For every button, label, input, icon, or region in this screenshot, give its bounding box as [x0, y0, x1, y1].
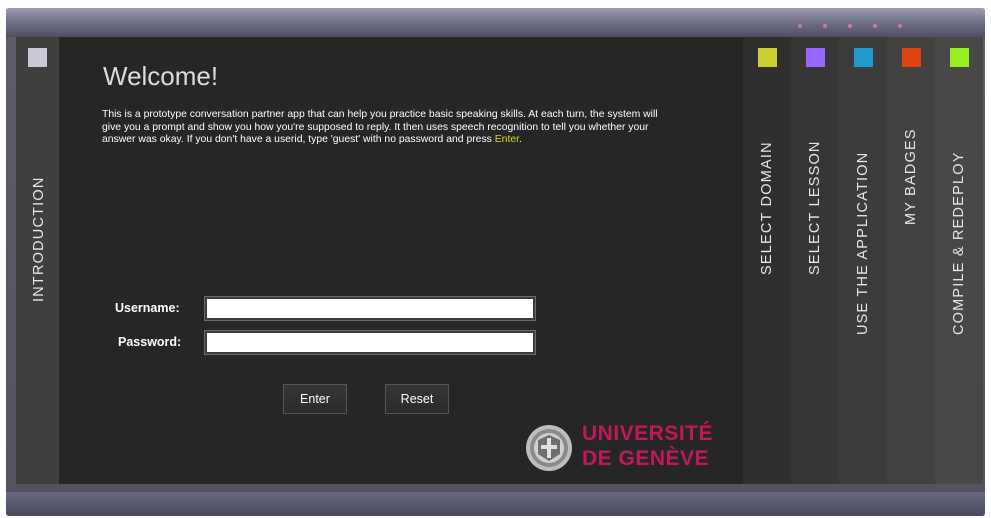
page-title: Welcome!: [103, 61, 219, 91]
username-input[interactable]: [204, 296, 536, 321]
university-seal-icon: [526, 425, 572, 471]
logo-line-1: UNIVERSITÉ: [582, 422, 714, 445]
status-dot: [798, 24, 802, 28]
university-logo: UNIVERSITÉ DE GENÈVE: [524, 420, 724, 476]
password-input[interactable]: [204, 330, 536, 355]
intro-end: .: [519, 134, 522, 146]
tab-select-domain[interactable]: SELECT DOMAIN: [743, 37, 791, 484]
tab-compile-redeploy[interactable]: COMPILE & REDEPLOY: [935, 37, 983, 484]
tab-color-swatch: [950, 48, 969, 67]
tab-color-swatch: [902, 48, 921, 67]
intro-text: This is a prototype conversation partner…: [102, 109, 672, 147]
top-bar: [6, 8, 985, 37]
tab-select-domain-label: SELECT DOMAIN: [759, 141, 775, 275]
status-dot: [823, 24, 827, 28]
tab-color-swatch: [806, 48, 825, 67]
status-dot: [898, 24, 902, 28]
tab-my-badges-label: MY BADGES: [903, 128, 919, 225]
status-dot: [848, 24, 852, 28]
tab-color-swatch: [854, 48, 873, 67]
logo-line-2: DE GENÈVE: [582, 447, 710, 470]
password-label: Password:: [118, 335, 182, 349]
main-panel: Welcome! This is a prototype conversatio…: [59, 37, 743, 484]
enter-button[interactable]: Enter: [283, 384, 347, 414]
tab-introduction[interactable]: INTRODUCTION: [16, 37, 59, 484]
intro-paragraph: This is a prototype conversation partner…: [102, 109, 658, 146]
username-label: Username:: [115, 301, 180, 315]
tab-introduction-label: INTRODUCTION: [31, 176, 47, 302]
tab-use-application[interactable]: USE THE APPLICATION: [839, 37, 887, 484]
tab-use-application-label: USE THE APPLICATION: [855, 151, 871, 335]
bottom-bar: [6, 492, 985, 516]
tab-my-badges[interactable]: MY BADGES: [887, 37, 935, 484]
tab-compile-redeploy-label: COMPILE & REDEPLOY: [951, 151, 967, 335]
status-dot: [873, 24, 877, 28]
tab-select-lesson[interactable]: SELECT LESSON: [791, 37, 839, 484]
tab-select-lesson-label: SELECT LESSON: [807, 140, 823, 275]
reset-button[interactable]: Reset: [385, 384, 449, 414]
tab-color-swatch: [28, 48, 47, 67]
tab-color-swatch: [758, 48, 777, 67]
intro-enter-highlight: Enter: [494, 134, 519, 146]
